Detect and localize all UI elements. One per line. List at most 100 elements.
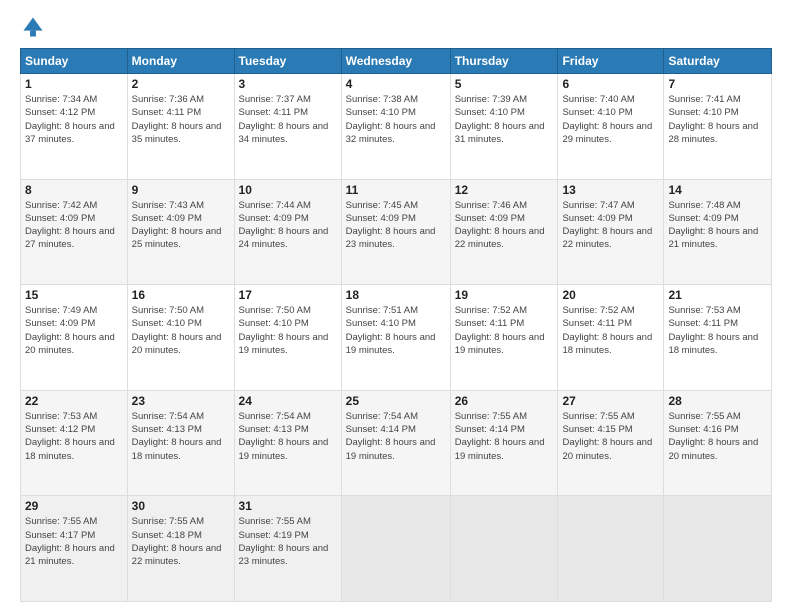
day-info: Sunrise: 7:53 AM Sunset: 4:12 PM Dayligh… bbox=[25, 410, 123, 463]
day-info: Sunrise: 7:44 AM Sunset: 4:09 PM Dayligh… bbox=[239, 199, 337, 252]
calendar-cell: 13 Sunrise: 7:47 AM Sunset: 4:09 PM Dayl… bbox=[558, 179, 664, 285]
calendar-cell: 22 Sunrise: 7:53 AM Sunset: 4:12 PM Dayl… bbox=[21, 390, 128, 496]
logo-icon bbox=[22, 16, 44, 38]
day-number: 3 bbox=[239, 77, 337, 91]
day-number: 25 bbox=[346, 394, 446, 408]
day-info: Sunrise: 7:50 AM Sunset: 4:10 PM Dayligh… bbox=[132, 304, 230, 357]
day-info: Sunrise: 7:52 AM Sunset: 4:11 PM Dayligh… bbox=[562, 304, 659, 357]
calendar-cell: 5 Sunrise: 7:39 AM Sunset: 4:10 PM Dayli… bbox=[450, 74, 558, 180]
header bbox=[20, 16, 772, 38]
day-number: 19 bbox=[455, 288, 554, 302]
day-number: 27 bbox=[562, 394, 659, 408]
day-number: 7 bbox=[668, 77, 767, 91]
calendar-cell bbox=[664, 496, 772, 602]
calendar-cell: 15 Sunrise: 7:49 AM Sunset: 4:09 PM Dayl… bbox=[21, 285, 128, 391]
calendar-cell: 9 Sunrise: 7:43 AM Sunset: 4:09 PM Dayli… bbox=[127, 179, 234, 285]
calendar-header-row: SundayMondayTuesdayWednesdayThursdayFrid… bbox=[21, 49, 772, 74]
day-number: 6 bbox=[562, 77, 659, 91]
day-number: 22 bbox=[25, 394, 123, 408]
calendar-cell: 7 Sunrise: 7:41 AM Sunset: 4:10 PM Dayli… bbox=[664, 74, 772, 180]
day-number: 14 bbox=[668, 183, 767, 197]
col-header-thursday: Thursday bbox=[450, 49, 558, 74]
calendar-cell: 20 Sunrise: 7:52 AM Sunset: 4:11 PM Dayl… bbox=[558, 285, 664, 391]
day-info: Sunrise: 7:51 AM Sunset: 4:10 PM Dayligh… bbox=[346, 304, 446, 357]
day-number: 8 bbox=[25, 183, 123, 197]
day-info: Sunrise: 7:54 AM Sunset: 4:13 PM Dayligh… bbox=[132, 410, 230, 463]
day-info: Sunrise: 7:37 AM Sunset: 4:11 PM Dayligh… bbox=[239, 93, 337, 146]
calendar-cell: 12 Sunrise: 7:46 AM Sunset: 4:09 PM Dayl… bbox=[450, 179, 558, 285]
day-number: 18 bbox=[346, 288, 446, 302]
day-info: Sunrise: 7:55 AM Sunset: 4:14 PM Dayligh… bbox=[455, 410, 554, 463]
day-info: Sunrise: 7:55 AM Sunset: 4:16 PM Dayligh… bbox=[668, 410, 767, 463]
day-info: Sunrise: 7:34 AM Sunset: 4:12 PM Dayligh… bbox=[25, 93, 123, 146]
col-header-sunday: Sunday bbox=[21, 49, 128, 74]
day-number: 20 bbox=[562, 288, 659, 302]
calendar-cell: 28 Sunrise: 7:55 AM Sunset: 4:16 PM Dayl… bbox=[664, 390, 772, 496]
calendar-cell: 3 Sunrise: 7:37 AM Sunset: 4:11 PM Dayli… bbox=[234, 74, 341, 180]
day-number: 31 bbox=[239, 499, 337, 513]
day-number: 9 bbox=[132, 183, 230, 197]
day-number: 11 bbox=[346, 183, 446, 197]
calendar-cell: 8 Sunrise: 7:42 AM Sunset: 4:09 PM Dayli… bbox=[21, 179, 128, 285]
day-number: 29 bbox=[25, 499, 123, 513]
day-number: 4 bbox=[346, 77, 446, 91]
day-info: Sunrise: 7:48 AM Sunset: 4:09 PM Dayligh… bbox=[668, 199, 767, 252]
day-number: 24 bbox=[239, 394, 337, 408]
calendar-cell: 30 Sunrise: 7:55 AM Sunset: 4:18 PM Dayl… bbox=[127, 496, 234, 602]
calendar-cell: 19 Sunrise: 7:52 AM Sunset: 4:11 PM Dayl… bbox=[450, 285, 558, 391]
day-info: Sunrise: 7:55 AM Sunset: 4:17 PM Dayligh… bbox=[25, 515, 123, 568]
day-info: Sunrise: 7:55 AM Sunset: 4:15 PM Dayligh… bbox=[562, 410, 659, 463]
day-number: 21 bbox=[668, 288, 767, 302]
day-info: Sunrise: 7:52 AM Sunset: 4:11 PM Dayligh… bbox=[455, 304, 554, 357]
day-info: Sunrise: 7:36 AM Sunset: 4:11 PM Dayligh… bbox=[132, 93, 230, 146]
calendar-cell bbox=[450, 496, 558, 602]
col-header-saturday: Saturday bbox=[664, 49, 772, 74]
day-info: Sunrise: 7:55 AM Sunset: 4:18 PM Dayligh… bbox=[132, 515, 230, 568]
calendar-cell: 27 Sunrise: 7:55 AM Sunset: 4:15 PM Dayl… bbox=[558, 390, 664, 496]
calendar-cell: 26 Sunrise: 7:55 AM Sunset: 4:14 PM Dayl… bbox=[450, 390, 558, 496]
calendar-cell: 6 Sunrise: 7:40 AM Sunset: 4:10 PM Dayli… bbox=[558, 74, 664, 180]
day-info: Sunrise: 7:45 AM Sunset: 4:09 PM Dayligh… bbox=[346, 199, 446, 252]
day-info: Sunrise: 7:43 AM Sunset: 4:09 PM Dayligh… bbox=[132, 199, 230, 252]
day-info: Sunrise: 7:55 AM Sunset: 4:19 PM Dayligh… bbox=[239, 515, 337, 568]
day-info: Sunrise: 7:54 AM Sunset: 4:14 PM Dayligh… bbox=[346, 410, 446, 463]
day-info: Sunrise: 7:38 AM Sunset: 4:10 PM Dayligh… bbox=[346, 93, 446, 146]
col-header-friday: Friday bbox=[558, 49, 664, 74]
calendar-cell: 16 Sunrise: 7:50 AM Sunset: 4:10 PM Dayl… bbox=[127, 285, 234, 391]
day-info: Sunrise: 7:47 AM Sunset: 4:09 PM Dayligh… bbox=[562, 199, 659, 252]
col-header-monday: Monday bbox=[127, 49, 234, 74]
page: SundayMondayTuesdayWednesdayThursdayFrid… bbox=[0, 0, 792, 612]
day-info: Sunrise: 7:42 AM Sunset: 4:09 PM Dayligh… bbox=[25, 199, 123, 252]
col-header-wednesday: Wednesday bbox=[341, 49, 450, 74]
calendar-cell: 23 Sunrise: 7:54 AM Sunset: 4:13 PM Dayl… bbox=[127, 390, 234, 496]
calendar-cell: 25 Sunrise: 7:54 AM Sunset: 4:14 PM Dayl… bbox=[341, 390, 450, 496]
day-info: Sunrise: 7:41 AM Sunset: 4:10 PM Dayligh… bbox=[668, 93, 767, 146]
col-header-tuesday: Tuesday bbox=[234, 49, 341, 74]
calendar-cell bbox=[341, 496, 450, 602]
calendar-cell: 18 Sunrise: 7:51 AM Sunset: 4:10 PM Dayl… bbox=[341, 285, 450, 391]
calendar-cell: 14 Sunrise: 7:48 AM Sunset: 4:09 PM Dayl… bbox=[664, 179, 772, 285]
day-number: 28 bbox=[668, 394, 767, 408]
day-number: 10 bbox=[239, 183, 337, 197]
day-info: Sunrise: 7:39 AM Sunset: 4:10 PM Dayligh… bbox=[455, 93, 554, 146]
day-info: Sunrise: 7:53 AM Sunset: 4:11 PM Dayligh… bbox=[668, 304, 767, 357]
calendar-cell: 11 Sunrise: 7:45 AM Sunset: 4:09 PM Dayl… bbox=[341, 179, 450, 285]
day-number: 15 bbox=[25, 288, 123, 302]
day-number: 13 bbox=[562, 183, 659, 197]
calendar-cell: 1 Sunrise: 7:34 AM Sunset: 4:12 PM Dayli… bbox=[21, 74, 128, 180]
day-info: Sunrise: 7:46 AM Sunset: 4:09 PM Dayligh… bbox=[455, 199, 554, 252]
calendar-cell bbox=[558, 496, 664, 602]
day-number: 23 bbox=[132, 394, 230, 408]
calendar-cell: 17 Sunrise: 7:50 AM Sunset: 4:10 PM Dayl… bbox=[234, 285, 341, 391]
calendar-cell: 24 Sunrise: 7:54 AM Sunset: 4:13 PM Dayl… bbox=[234, 390, 341, 496]
calendar-cell: 29 Sunrise: 7:55 AM Sunset: 4:17 PM Dayl… bbox=[21, 496, 128, 602]
day-info: Sunrise: 7:54 AM Sunset: 4:13 PM Dayligh… bbox=[239, 410, 337, 463]
day-number: 17 bbox=[239, 288, 337, 302]
calendar-cell: 21 Sunrise: 7:53 AM Sunset: 4:11 PM Dayl… bbox=[664, 285, 772, 391]
day-number: 12 bbox=[455, 183, 554, 197]
day-number: 5 bbox=[455, 77, 554, 91]
day-number: 1 bbox=[25, 77, 123, 91]
calendar-cell: 2 Sunrise: 7:36 AM Sunset: 4:11 PM Dayli… bbox=[127, 74, 234, 180]
day-info: Sunrise: 7:49 AM Sunset: 4:09 PM Dayligh… bbox=[25, 304, 123, 357]
day-number: 16 bbox=[132, 288, 230, 302]
